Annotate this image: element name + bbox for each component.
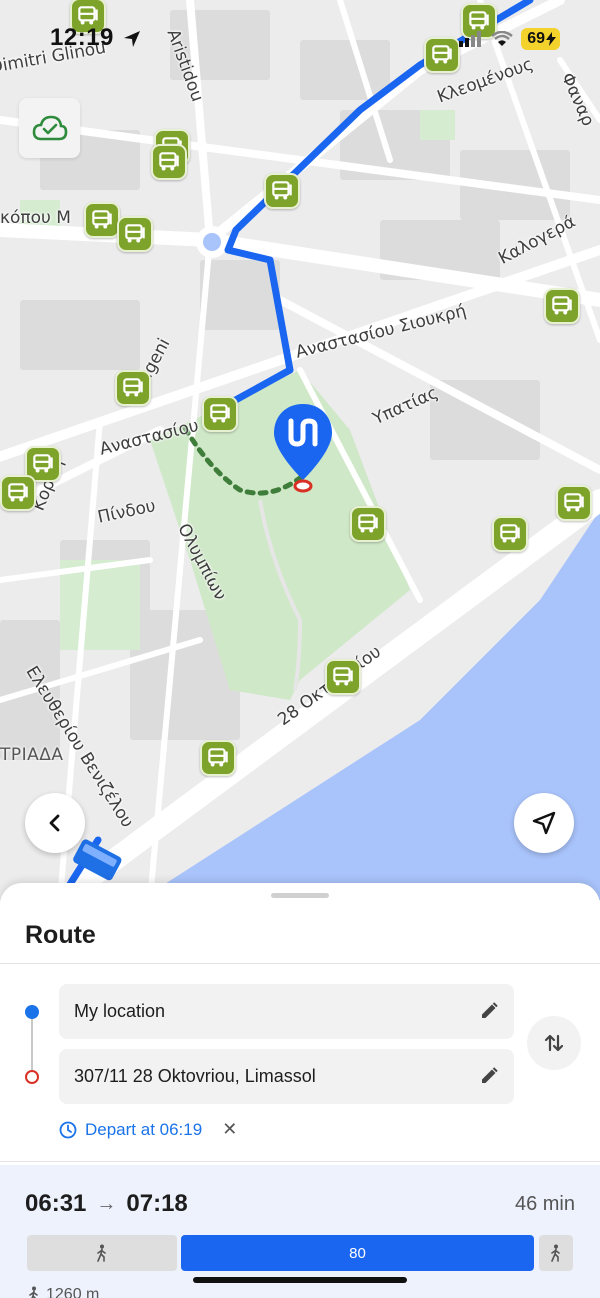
status-icons: 69 xyxy=(459,28,560,50)
walk-segment xyxy=(27,1235,177,1271)
bus-stop-icon[interactable] xyxy=(424,37,460,73)
status-time: 12:19 xyxy=(50,24,114,51)
divider xyxy=(0,1161,600,1162)
district-label: ΤΡΙΑΔΑ xyxy=(0,745,64,765)
clock-icon xyxy=(59,1121,77,1138)
pencil-icon[interactable] xyxy=(480,1002,498,1020)
bus-stop-icon[interactable] xyxy=(115,370,151,406)
swap-button[interactable] xyxy=(527,1016,581,1070)
origin-field[interactable]: My location xyxy=(59,984,514,1039)
arrow-right-icon: → xyxy=(96,1192,117,1215)
street-label: κόπου Μ xyxy=(0,208,71,228)
wifi-icon xyxy=(491,31,513,46)
bus-stop-icon[interactable] xyxy=(556,485,592,521)
connector-line xyxy=(31,1019,33,1070)
navigation-arrow-icon xyxy=(532,811,556,835)
charging-bolt-icon xyxy=(546,32,556,46)
start-time: 06:31 xyxy=(25,1190,87,1217)
bus-stop-icon[interactable] xyxy=(202,396,238,432)
walk-icon xyxy=(551,1244,560,1262)
walk-segment xyxy=(539,1235,573,1271)
destination-text: 307/11 28 Oktovriou, Limassol xyxy=(74,1066,316,1086)
divider xyxy=(0,963,600,964)
bus-segment: 80 xyxy=(181,1235,534,1271)
bus-stop-icon[interactable] xyxy=(0,475,36,511)
battery-indicator: 69 xyxy=(521,28,560,50)
destination-dot xyxy=(25,1070,39,1084)
walk-distance: 1260 m xyxy=(28,1286,99,1298)
walk-icon xyxy=(29,1286,38,1298)
bus-stop-icon[interactable] xyxy=(264,173,300,209)
end-time: 07:18 xyxy=(126,1190,188,1217)
origin-dot xyxy=(25,1005,39,1019)
bus-stop-icon[interactable] xyxy=(350,506,386,542)
depart-label: Depart at 06:19 xyxy=(85,1119,203,1139)
sheet-grabber[interactable] xyxy=(271,893,329,898)
walk-icon xyxy=(97,1244,106,1262)
clear-depart-button[interactable]: ✕ xyxy=(222,1119,237,1140)
trip-times: 06:31 → 07:18 xyxy=(25,1190,188,1218)
destination-pin-icon[interactable] xyxy=(272,402,334,499)
bus-stop-icon[interactable] xyxy=(325,659,361,695)
cellular-signal-icon xyxy=(459,31,482,47)
swap-vertical-icon xyxy=(544,1034,564,1052)
bus-stop-icon[interactable] xyxy=(544,288,580,324)
back-button[interactable] xyxy=(25,793,85,853)
origin-text: My location xyxy=(74,1001,166,1021)
bus-stop-icon[interactable] xyxy=(200,740,236,776)
my-location-button[interactable] xyxy=(514,793,574,853)
trip-duration: 46 min xyxy=(514,1193,575,1215)
bus-stop-icon[interactable] xyxy=(84,202,120,238)
pencil-icon[interactable] xyxy=(480,1067,498,1085)
cloud-check-icon xyxy=(32,115,67,141)
home-indicator[interactable] xyxy=(193,1277,407,1283)
depart-time-selector[interactable]: Depart at 06:19 ✕ xyxy=(59,1119,237,1140)
bus-stop-icon[interactable] xyxy=(151,144,187,180)
sheet-title: Route xyxy=(25,921,96,949)
sync-button[interactable] xyxy=(19,98,80,158)
battery-level: 69 xyxy=(527,30,545,47)
map-view[interactable]: Κλεομένους Καλογερά Αναστασίου Σιουκρή Υ… xyxy=(0,0,600,900)
route-sheet: Route My location 307/11 28 Oktovriou, L… xyxy=(0,883,600,1298)
bus-line-number: 80 xyxy=(349,1244,366,1262)
location-arrow-icon xyxy=(122,29,142,54)
chevron-left-icon xyxy=(49,814,60,832)
destination-field[interactable]: 307/11 28 Oktovriou, Limassol xyxy=(59,1049,514,1104)
walk-distance-text: 1260 m xyxy=(46,1286,100,1298)
bus-stop-icon[interactable] xyxy=(492,516,528,552)
bus-stop-icon[interactable] xyxy=(117,216,153,252)
